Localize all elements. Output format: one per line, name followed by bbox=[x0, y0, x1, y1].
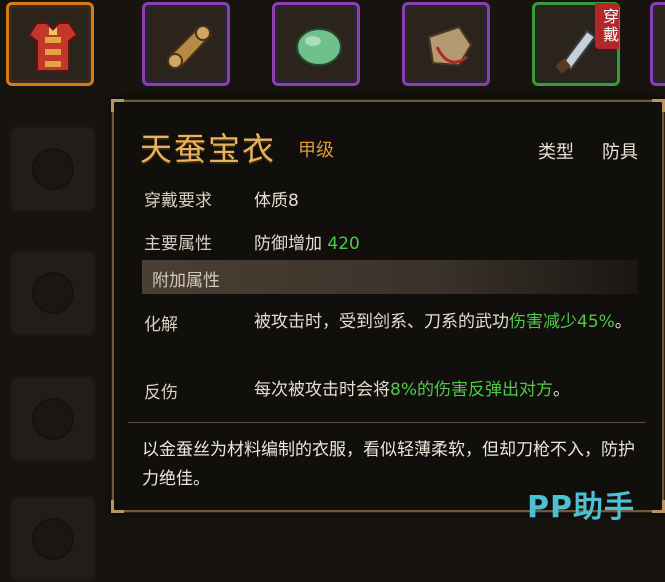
item-tooltip: 天蚕宝衣 甲级 类型 防具 穿戴要求 体质8 主要属性 防御增加 420 附加属… bbox=[111, 99, 665, 513]
main-attr-label: 主要属性 bbox=[144, 234, 212, 254]
inventory-slot-blade[interactable]: 穿戴 bbox=[532, 2, 620, 86]
effect-reflect-label: 反伤 bbox=[144, 383, 178, 403]
item-grade: 甲级 bbox=[298, 140, 334, 161]
empty-slot[interactable] bbox=[10, 376, 96, 462]
requirement-value: 体质8 bbox=[254, 191, 299, 211]
inventory-slot-partial[interactable] bbox=[650, 2, 665, 86]
effect-resolve-highlight: 伤害减少45% bbox=[509, 312, 615, 332]
effect-resolve-text: 被攻击时，受到剑系、刀系的武功伤害减少45%。 bbox=[254, 309, 642, 336]
requirement-label: 穿戴要求 bbox=[144, 191, 212, 211]
equipped-badge: 穿戴 bbox=[595, 3, 619, 49]
effect-resolve-body: 被攻击时，受到剑系、刀系的武功 bbox=[254, 312, 509, 332]
extra-attr-header: 附加属性 bbox=[142, 260, 638, 294]
frame-corner bbox=[111, 99, 124, 112]
effect-reflect-end: 。 bbox=[552, 380, 570, 400]
frame-corner bbox=[652, 99, 665, 112]
scroll-icon bbox=[167, 25, 213, 69]
pouch-icon bbox=[427, 25, 473, 67]
effect-resolve-end: 。 bbox=[614, 312, 632, 332]
inventory-slot-pouch[interactable] bbox=[402, 2, 490, 86]
type-label: 类型 bbox=[538, 142, 574, 163]
main-attr-number: 420 bbox=[327, 234, 360, 254]
effect-resolve-label: 化解 bbox=[144, 315, 178, 335]
inventory-slot-armor[interactable] bbox=[6, 2, 94, 86]
extra-attr-title: 附加属性 bbox=[152, 271, 220, 291]
empty-slot[interactable] bbox=[10, 496, 96, 582]
main-attr-text: 防御增加 bbox=[254, 234, 322, 254]
main-attr-value: 防御增加 420 bbox=[254, 229, 360, 254]
jade-icon bbox=[296, 28, 342, 66]
frame-corner bbox=[652, 500, 665, 513]
divider bbox=[128, 422, 646, 423]
inventory-slot-scroll[interactable] bbox=[142, 2, 230, 86]
item-name: 天蚕宝衣 bbox=[140, 130, 277, 168]
effect-reflect-text: 每次被攻击时会将8%的伤害反弹出对方。 bbox=[254, 377, 642, 404]
empty-slot[interactable] bbox=[10, 126, 96, 212]
effect-reflect-highlight: 8%的伤害反弹出对方 bbox=[390, 380, 553, 400]
effect-reflect-body: 每次被攻击时会将 bbox=[254, 380, 390, 400]
type-value: 防具 bbox=[602, 142, 638, 163]
armor-icon bbox=[27, 22, 79, 72]
frame-corner bbox=[111, 500, 124, 513]
watermark: PP助手 bbox=[527, 490, 635, 525]
empty-slot[interactable] bbox=[10, 250, 96, 336]
inventory-slot-jade[interactable] bbox=[272, 2, 360, 86]
